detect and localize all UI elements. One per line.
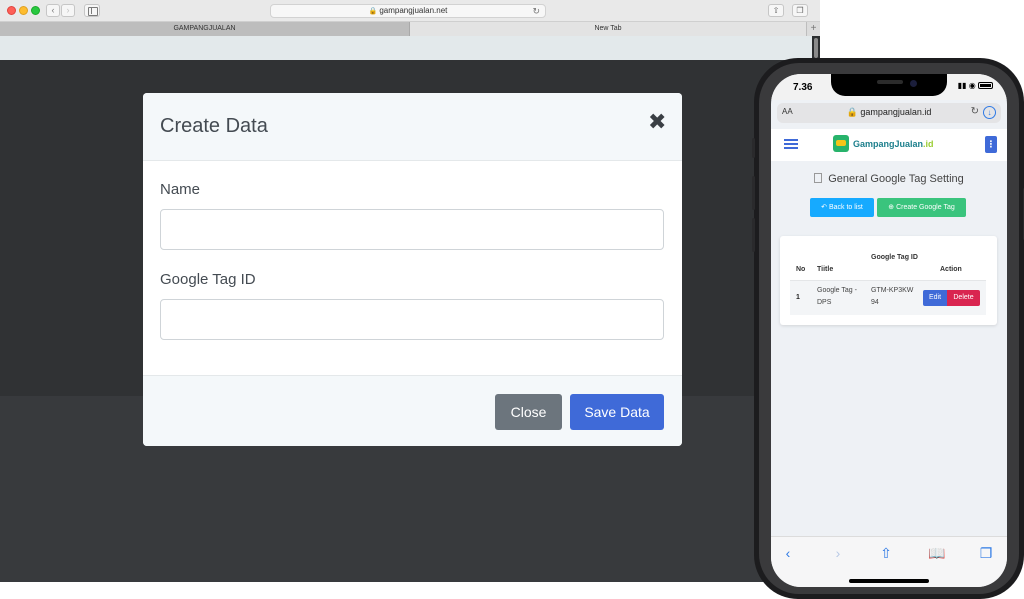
create-google-tag-button[interactable]: ⊕ Create Google Tag [877,198,966,217]
share-icon[interactable]: ⇧ [768,4,784,17]
desktop-browser-window: ‹ › 🔒 gampangjualan.net ↻ ⇧ ❐ GAMPANGJUAL… [0,0,820,582]
building-icon [814,173,823,183]
back-to-list-label: Back to list [828,204,863,211]
save-data-button[interactable]: Save Data [570,394,664,430]
create-google-tag-label: Create Google Tag [896,204,955,211]
download-icon[interactable]: ↓ [983,106,996,119]
speaker-grille [877,80,903,84]
logo-text[interactable]: GampangJualan.id [853,139,934,149]
undo-icon: ↶ [821,204,828,211]
battery-icon [978,82,993,90]
tab-gampangjualan[interactable]: GAMPANGJUALAN [0,22,410,36]
more-options-icon[interactable]: ⋮ [985,136,997,153]
delete-button[interactable]: Delete [947,290,980,306]
phone-notch [831,74,947,96]
back-to-list-button[interactable]: ↶ Back to list [810,198,874,217]
tab-new-tab[interactable]: New Tab [410,22,806,36]
signal-icon: ▮▮ [957,81,967,90]
mute-switch [752,138,755,158]
window-minimize-button[interactable] [19,6,28,15]
sidebar-toggle-icon[interactable] [84,4,100,17]
mobile-reload-icon[interactable]: ↻ [971,106,979,117]
logo-tld: .id [923,139,934,149]
status-bar: 7.36 ▮▮ ◉ [771,74,1007,100]
show-tabs-icon[interactable]: ❐ [792,4,808,17]
front-camera [910,80,917,87]
app-header: GampangJualan.id ⋮ [771,129,1007,161]
name-label: Name [160,181,201,198]
new-tab-plus-icon[interactable]: + [806,22,820,36]
phone-frame: 7.36 ▮▮ ◉ AA 🔒 gampangjualan.id ↻ ↓ Gamp… [752,58,1024,599]
col-header-no: No [796,266,806,273]
tab-strip: GAMPANGJUALAN New Tab + [0,22,820,36]
address-bar-url: gampangjualan.net [379,6,448,15]
col-header-title: Tiitle [817,266,834,273]
modal-title: Create Data [160,115,268,137]
home-indicator [849,579,929,583]
create-data-modal: Create Data ✖ Name Google Tag ID Close S… [143,93,682,446]
status-time: 7.36 [793,82,813,93]
forward-icon[interactable]: › [61,4,75,17]
browser-titlebar: ‹ › 🔒 gampangjualan.net ↻ ⇧ ❐ [0,0,820,22]
hamburger-menu-icon[interactable] [784,139,798,149]
google-tag-id-label: Google Tag ID [160,271,256,288]
page-top-strip [0,36,812,60]
mobile-forward-icon[interactable]: › [830,545,846,561]
window-zoom-button[interactable] [31,6,40,15]
col-header-action: Action [940,266,962,273]
col-header-google-tag-id: Google Tag ID [871,254,918,261]
modal-header: Create Data ✖ [143,93,682,161]
back-icon[interactable]: ‹ [46,4,60,17]
cell-title: Google Tag - DPS [817,287,857,306]
table-row: 1 Google Tag - DPS GTM-KP3KW94 Edit Dele… [790,280,986,315]
address-bar[interactable]: 🔒 gampangjualan.net ↻ [270,4,546,18]
mobile-back-icon[interactable]: ‹ [780,545,796,561]
close-button[interactable]: Close [495,394,562,430]
status-icons: ▮▮ ◉ [958,81,993,90]
phone-screen: 7.36 ▮▮ ◉ AA 🔒 gampangjualan.id ↻ ↓ Gamp… [771,74,1007,587]
google-tag-table-card: No Tiitle Google Tag ID Action 1 Google … [780,236,997,325]
mobile-url: 🔒 gampangjualan.id [777,107,1001,118]
logo-icon [833,135,849,152]
cell-no: 1 [796,294,800,301]
logo-name: GampangJualan [853,139,924,149]
scrollbar-thumb[interactable] [814,38,818,58]
window-close-button[interactable] [7,6,16,15]
safari-toolbar: ‹ › ⇧ 📖 ❐ [771,536,1007,587]
volume-down-button [752,218,755,252]
wifi-icon: ◉ [968,81,976,90]
mobile-share-icon[interactable]: ⇧ [878,545,894,561]
volume-up-button [752,176,755,210]
lock-icon: 🔒 [368,8,378,15]
edit-button[interactable]: Edit [923,290,947,306]
name-input[interactable] [160,209,664,250]
bookmarks-icon[interactable]: 📖 [928,545,945,561]
close-icon[interactable]: ✖ [648,111,666,133]
mobile-address-bar[interactable]: AA 🔒 gampangjualan.id ↻ ↓ [777,103,1001,123]
page-title-text: General Google Tag Setting [828,173,964,185]
google-tag-id-input[interactable] [160,299,664,340]
modal-footer: Close Save Data [143,375,682,446]
cell-google-tag-id: GTM-KP3KW94 [871,287,914,306]
plus-circle-icon: ⊕ [888,204,895,211]
page-title: General Google Tag Setting [771,173,1007,185]
reload-icon[interactable]: ↻ [532,5,540,17]
mobile-url-text: gampangjualan.id [860,107,932,117]
mobile-lock-icon: 🔒 [846,107,858,117]
mobile-tabs-icon[interactable]: ❐ [978,545,994,561]
